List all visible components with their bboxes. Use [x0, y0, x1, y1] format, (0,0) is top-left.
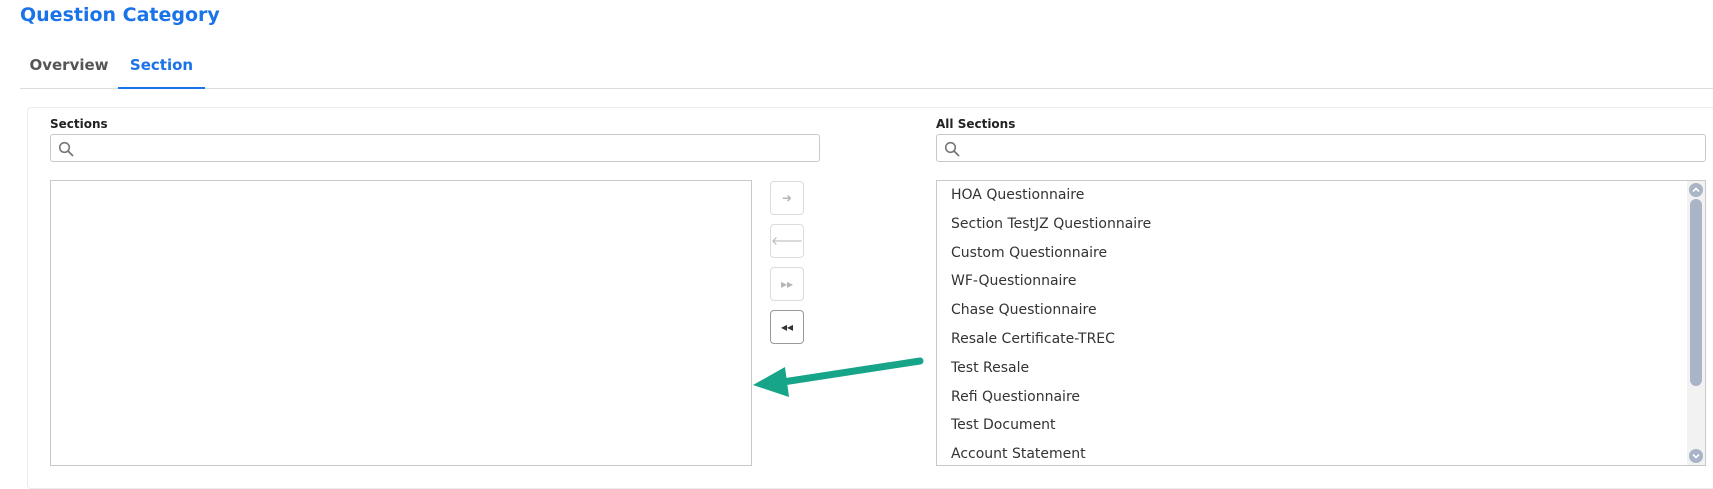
search-icon: [944, 141, 960, 157]
list-item[interactable]: Chase Questionnaire: [937, 296, 1687, 325]
page-title: Question Category: [20, 4, 220, 26]
tab-bar: Overview Section: [20, 52, 1713, 89]
tab-section[interactable]: Section: [118, 52, 205, 89]
list-item[interactable]: Account Statement: [937, 440, 1687, 465]
double-arrow-right-icon: ▸▸: [780, 277, 794, 291]
all-sections-search-input[interactable]: [965, 137, 1701, 161]
sections-listbox[interactable]: [50, 180, 752, 466]
list-item[interactable]: Section TestJZ Questionnaire: [937, 210, 1687, 239]
list-item[interactable]: Test Document: [937, 411, 1687, 440]
scroll-down-icon[interactable]: [1688, 448, 1704, 464]
all-sections-list: HOA Questionnaire Section TestJZ Question…: [937, 181, 1687, 465]
move-right-button[interactable]: ➜: [770, 181, 804, 215]
scroll-thumb[interactable]: [1690, 199, 1702, 386]
sections-search-box: [50, 134, 820, 162]
double-arrow-left-icon: ◂◂: [780, 320, 794, 334]
arrow-right-icon: ➜: [781, 191, 793, 205]
all-sections-label: All Sections: [936, 117, 1016, 131]
all-sections-listbox[interactable]: HOA Questionnaire Section TestJZ Question…: [936, 180, 1706, 466]
annotation-arrow-icon: [753, 357, 924, 397]
list-item[interactable]: Custom Questionnaire: [937, 239, 1687, 268]
sections-search-input[interactable]: [79, 137, 815, 161]
tab-overview[interactable]: Overview: [20, 52, 118, 88]
all-sections-scrollbar[interactable]: [1687, 181, 1705, 465]
all-sections-search-box: [936, 134, 1706, 162]
sections-label: Sections: [50, 117, 108, 131]
scroll-up-icon[interactable]: [1688, 182, 1704, 198]
list-item[interactable]: HOA Questionnaire: [937, 181, 1687, 210]
move-all-right-button[interactable]: ▸▸: [770, 267, 804, 301]
move-all-left-button[interactable]: ◂◂: [770, 310, 804, 344]
list-item[interactable]: Refi Questionnaire: [937, 383, 1687, 412]
list-item[interactable]: WF-Questionnaire: [937, 267, 1687, 296]
arrow-left-icon: 🡐: [771, 234, 804, 248]
list-item[interactable]: Test Resale: [937, 354, 1687, 383]
list-item[interactable]: Resale Certificate-TREC: [937, 325, 1687, 354]
search-icon: [58, 141, 74, 157]
move-left-button[interactable]: 🡐: [770, 224, 804, 258]
